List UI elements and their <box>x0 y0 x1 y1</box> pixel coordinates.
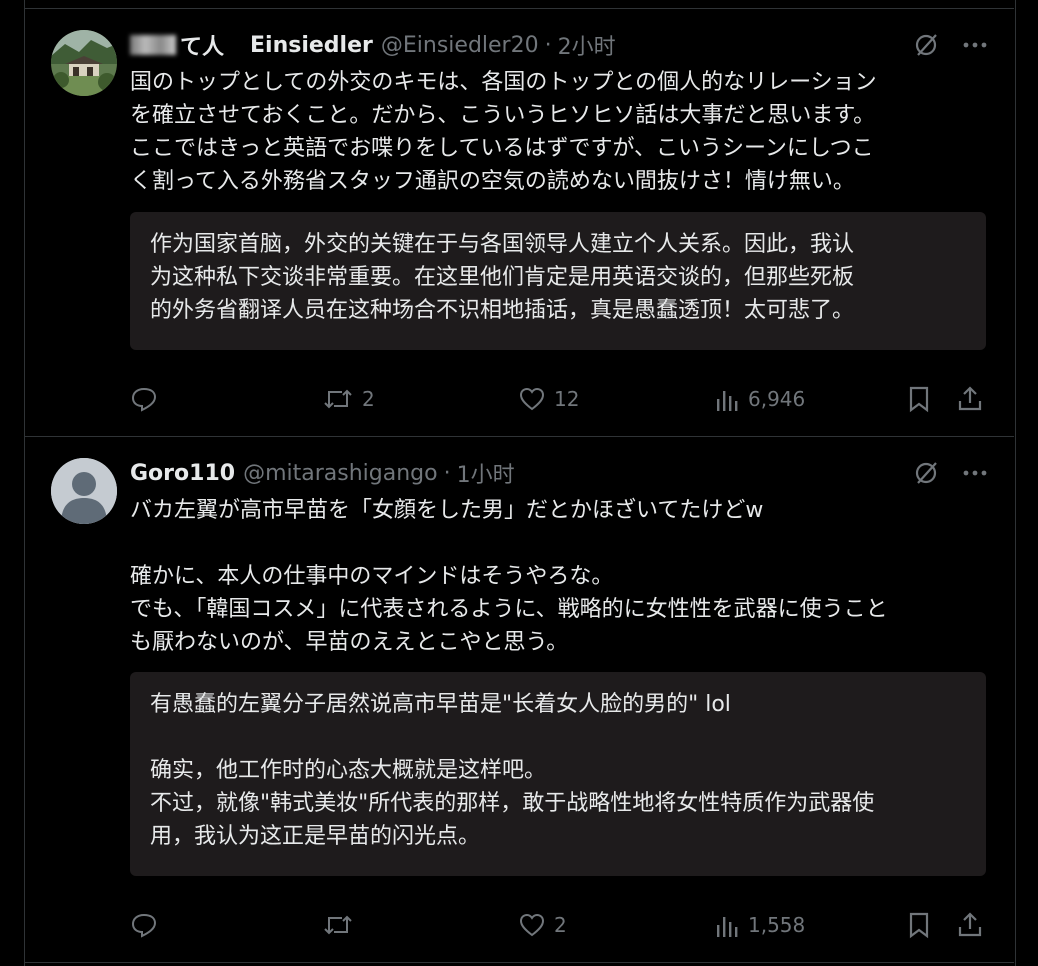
tweet-1[interactable]: て人 Einsiedler @Einsiedler20 · 2小时 国のトップと… <box>24 30 1014 430</box>
tweet-top-actions <box>914 460 988 490</box>
retweet-icon <box>322 911 354 939</box>
view-count: 6,946 <box>748 387 806 411</box>
view-count: 1,558 <box>748 913 806 937</box>
separator-dot: · <box>443 460 451 486</box>
like-button[interactable]: 12 <box>518 385 579 413</box>
retweet-button[interactable]: 2 <box>322 385 375 413</box>
reply-icon <box>130 385 158 413</box>
views-icon <box>714 911 740 939</box>
author-handle[interactable]: @mitarashigango <box>243 461 438 486</box>
grok-icon[interactable] <box>914 460 940 490</box>
share-button[interactable] <box>956 911 984 939</box>
like-icon <box>518 385 546 413</box>
divider <box>24 962 1014 963</box>
separator-dot: · <box>544 32 552 58</box>
avatar[interactable] <box>51 458 117 524</box>
more-icon[interactable] <box>962 460 988 490</box>
display-name[interactable]: て人 <box>180 29 224 61</box>
blurred-name <box>130 35 176 55</box>
views-button[interactable]: 6,946 <box>714 385 805 413</box>
divider <box>24 436 1014 437</box>
retweet-count: 2 <box>362 387 375 411</box>
tweet-header: て人 Einsiedler @Einsiedler20 · 2小时 <box>130 30 616 60</box>
like-count: 12 <box>554 387 580 411</box>
bookmark-button[interactable] <box>906 911 932 939</box>
share-icon <box>956 385 984 413</box>
share-icon <box>956 911 984 939</box>
divider <box>24 8 1014 9</box>
tweet-text: バカ左翼が高市早苗を「女顔をした男」だとかほざいてたけどw 確かに、本人の仕事中… <box>130 498 888 655</box>
views-button[interactable]: 1,558 <box>714 911 805 939</box>
reply-button[interactable] <box>130 911 166 939</box>
tweet-text: 国のトップとしての外交のキモは、各国のトップとの個人的なリレーション を確立させ… <box>130 70 877 194</box>
bookmark-icon <box>906 385 932 413</box>
action-bar: 2 12 6,946 <box>130 385 990 415</box>
author-name[interactable]: Goro110 <box>130 461 235 486</box>
reply-icon <box>130 911 158 939</box>
tweet-2[interactable]: Goro110 @mitarashigango · 1小时 バカ左翼が高市早苗を… <box>24 458 1014 958</box>
retweet-button[interactable] <box>322 911 362 939</box>
translation-box: 有愚蠢的左翼分子居然说高市早苗是"长着女人脸的男的" lol 确实，他工作时的心… <box>130 672 986 876</box>
tweet-header: Goro110 @mitarashigango · 1小时 <box>130 457 515 489</box>
like-icon <box>518 911 546 939</box>
share-button[interactable] <box>956 385 984 413</box>
grok-icon[interactable] <box>914 32 940 62</box>
like-button[interactable]: 2 <box>518 911 567 939</box>
views-icon <box>714 385 740 413</box>
retweet-icon <box>322 385 354 413</box>
tweet-top-actions <box>914 32 988 62</box>
author-name[interactable]: Einsiedler <box>250 33 373 58</box>
translation-box: 作为国家首脑，外交的关键在于与各国领导人建立个人关系。因此，我认 为这种私下交谈… <box>130 212 986 350</box>
reply-button[interactable] <box>130 385 166 413</box>
author-handle[interactable]: @Einsiedler20 <box>381 33 539 58</box>
avatar[interactable] <box>51 30 117 96</box>
bookmark-button[interactable] <box>906 385 932 413</box>
bookmark-icon <box>906 911 932 939</box>
like-count: 2 <box>554 913 567 937</box>
timestamp[interactable]: 2小时 <box>558 29 616 61</box>
more-icon[interactable] <box>962 32 988 62</box>
timestamp[interactable]: 1小时 <box>457 457 515 489</box>
action-bar: 2 1,558 <box>130 911 990 941</box>
